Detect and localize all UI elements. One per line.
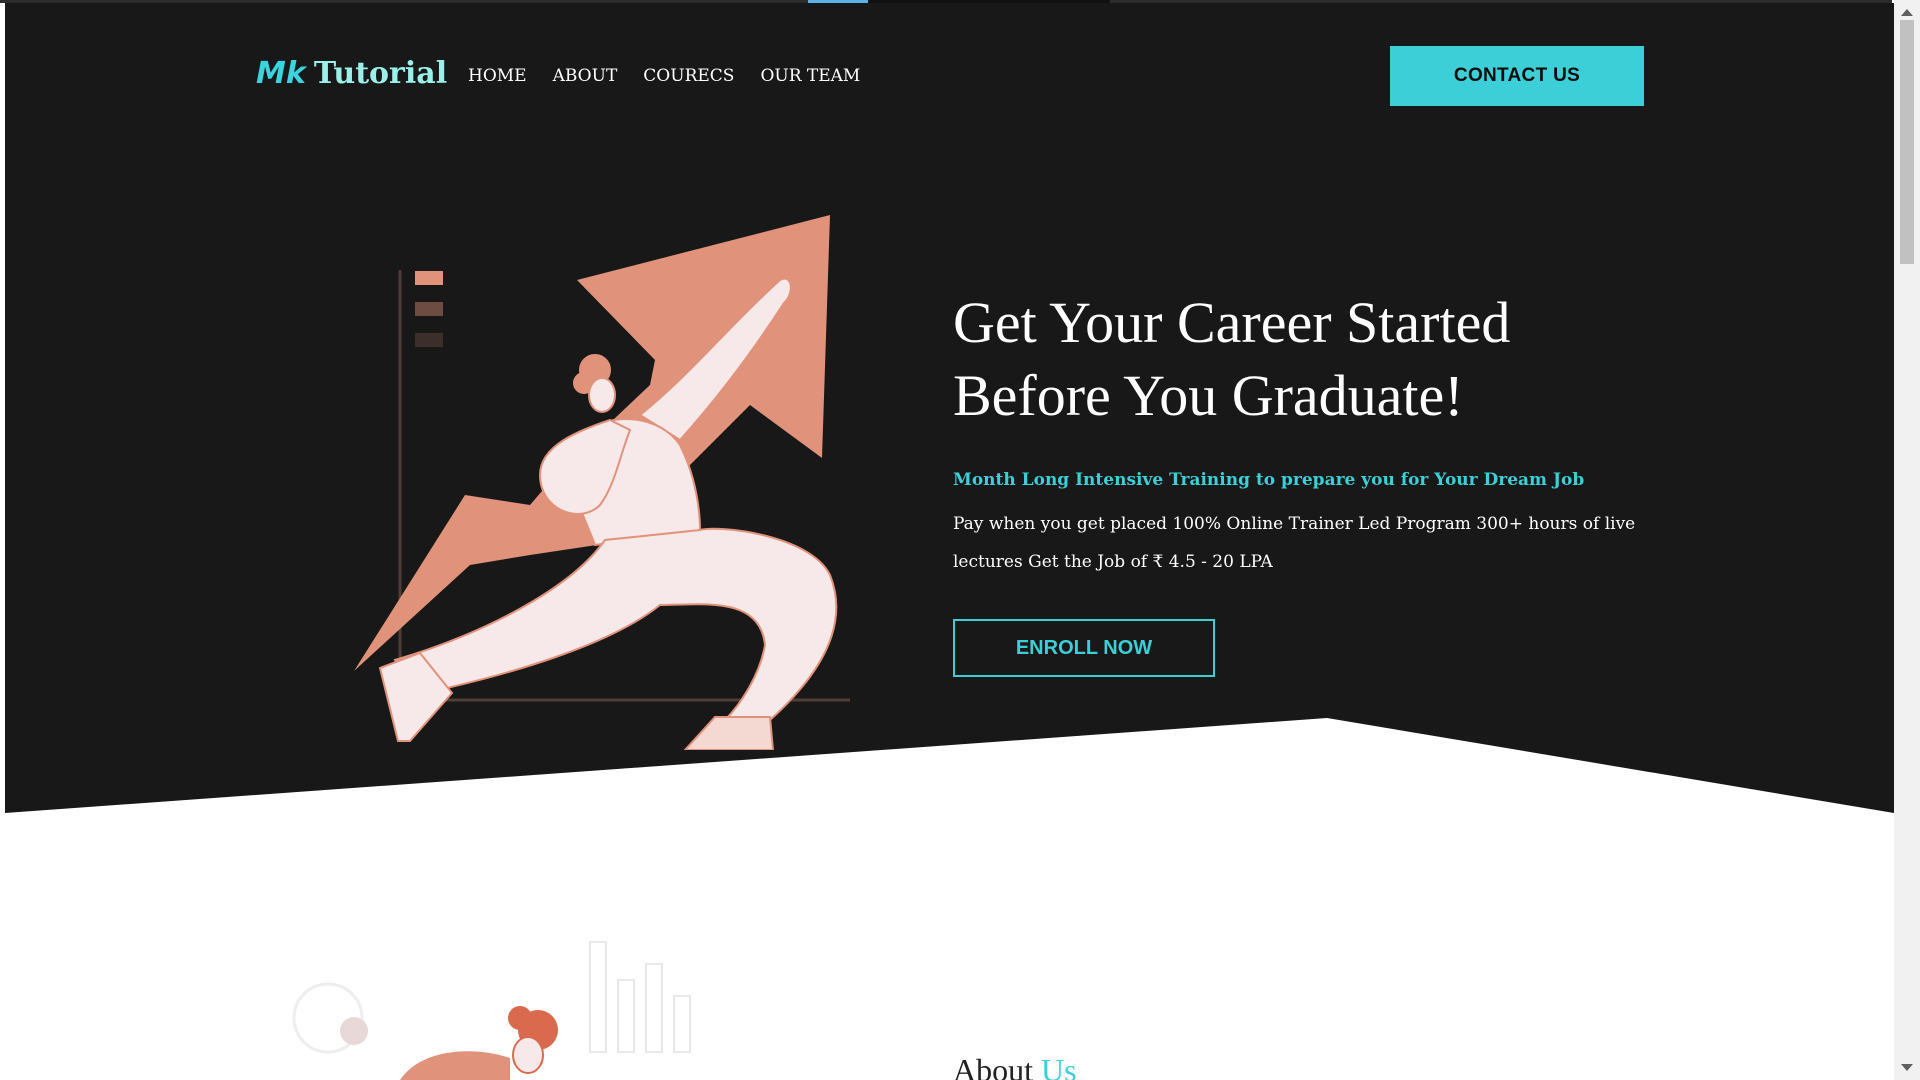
logo-text: Tutorial	[313, 56, 448, 91]
scroll-down-arrow-icon[interactable]	[1898, 1060, 1916, 1074]
hero-subtitle: Month Long Intensive Training to prepare…	[953, 470, 1585, 490]
hero-illustration	[354, 215, 850, 750]
legend-bar-2	[415, 302, 443, 316]
about-title: About Us	[953, 1052, 1077, 1080]
logo-mark: Mk	[256, 56, 306, 91]
scroll-up-arrow-icon[interactable]	[1898, 6, 1916, 20]
legend-bar-3	[415, 333, 443, 347]
page-load-strip	[0, 0, 1892, 3]
nav-item-courses[interactable]: COURECS	[643, 66, 734, 86]
enroll-now-button[interactable]: ENROLL NOW	[953, 619, 1215, 677]
page: Mk Tutorial HOME ABOUT COURECS OUR TEAM C…	[0, 0, 1920, 1080]
about-illustration	[292, 941, 691, 1080]
scrollbar-thumb[interactable]	[1900, 20, 1914, 264]
contact-us-button[interactable]: CONTACT US	[1390, 46, 1644, 106]
hero-title: Get Your Career Started Before You Gradu…	[953, 286, 1653, 432]
main-nav: HOME ABOUT COURECS OUR TEAM	[468, 66, 860, 86]
about-title-main: About	[953, 1052, 1033, 1080]
about-title-accent: Us	[1041, 1052, 1077, 1080]
hero-title-line-1: Get Your Career Started	[953, 290, 1511, 355]
hero-description: Pay when you get placed 100% Online Trai…	[953, 514, 1636, 572]
nav-item-our-team[interactable]: OUR TEAM	[760, 66, 860, 86]
hero-title-line-2: Before You Graduate!	[953, 363, 1464, 428]
site-logo[interactable]: Mk Tutorial	[256, 56, 447, 91]
left-edge	[0, 0, 5, 1080]
nav-item-home[interactable]: HOME	[468, 66, 527, 86]
legend-bar-1	[415, 271, 443, 285]
nav-item-about[interactable]: ABOUT	[553, 66, 618, 86]
